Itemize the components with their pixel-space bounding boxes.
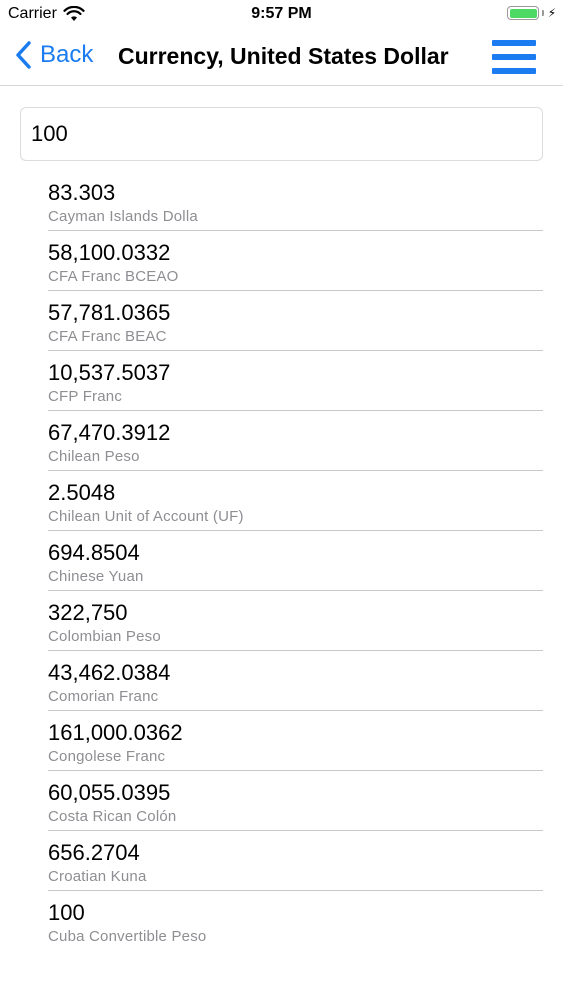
list-item[interactable]: 67,470.3912 Chilean Peso: [48, 412, 543, 471]
list-item[interactable]: 161,000.0362 Congolese Franc: [48, 712, 543, 771]
currency-name: Cuba Convertible Peso: [48, 928, 207, 942]
currency-name: Colombian Peso: [48, 628, 161, 645]
converted-amount: 43,462.0384: [48, 660, 171, 685]
currency-name: Chilean Peso: [48, 448, 140, 465]
list-item[interactable]: 656.2704 Croatian Kuna: [48, 832, 543, 891]
list-item[interactable]: 60,055.0395 Costa Rican Colón: [48, 772, 543, 831]
currency-name: CFP Franc: [48, 388, 123, 405]
converted-amount: 60,055.0395: [48, 780, 171, 805]
converted-amount: 694.8504: [48, 540, 140, 565]
list-item[interactable]: 100 Cuba Convertible Peso: [48, 892, 543, 942]
converted-amount: 100: [48, 900, 85, 925]
navigation-bar: Back Currency, United States Dollar: [0, 30, 563, 86]
converted-amount: 67,470.3912: [48, 420, 171, 445]
menu-button[interactable]: [492, 38, 536, 76]
converted-amount: 83.303: [48, 180, 116, 205]
list-item[interactable]: 43,462.0384 Comorian Franc: [48, 652, 543, 711]
conversion-list[interactable]: 83.303 Cayman Islands Dolla 58,100.0332 CFA…: [48, 172, 543, 942]
battery-icon: [507, 6, 539, 20]
list-item[interactable]: 83.303 Cayman Islands Dolla: [48, 172, 543, 231]
amount-input[interactable]: [20, 107, 543, 161]
converted-amount: 322,750: [48, 600, 128, 625]
battery-level: [509, 8, 537, 18]
currency-name: CFA Franc BCEAO: [48, 268, 179, 285]
converted-amount: 161,000.0362: [48, 720, 183, 745]
converted-amount: 57,781.0365: [48, 300, 171, 325]
currency-name: Congolese Franc: [48, 748, 166, 765]
page-title: Currency, United States Dollar: [118, 43, 449, 69]
currency-name: Croatian Kuna: [48, 868, 147, 885]
battery-tip: [542, 10, 544, 16]
charging-bolt-icon: ⚡: [547, 6, 557, 20]
clock: 9:57 PM: [251, 5, 312, 22]
currency-name: Chinese Yuan: [48, 568, 144, 585]
back-label: Back: [40, 41, 94, 68]
list-item[interactable]: 2.5048 Chilean Unit of Account (UF): [48, 472, 543, 531]
back-button[interactable]: Back: [14, 40, 93, 70]
currency-name: Chilean Unit of Account (UF): [48, 508, 244, 525]
list-item[interactable]: 322,750 Colombian Peso: [48, 592, 543, 651]
list-item[interactable]: 694.8504 Chinese Yuan: [48, 532, 543, 591]
currency-screen: Carrier 9:57 PM ⚡ Back Currency, United …: [0, 0, 563, 1000]
chevron-left-icon: [16, 41, 31, 69]
converted-amount: 10,537.5037: [48, 360, 171, 385]
currency-name: CFA Franc BEAC: [48, 328, 167, 345]
converted-amount: 58,100.0332: [48, 240, 171, 265]
currency-name: Costa Rican Colón: [48, 808, 177, 825]
battery-indicator: ⚡: [507, 6, 557, 20]
currency-name: Comorian Franc: [48, 688, 159, 705]
converted-amount: 2.5048: [48, 480, 116, 505]
list-item[interactable]: 57,781.0365 CFA Franc BEAC: [48, 292, 543, 351]
converted-amount: 656.2704: [48, 840, 140, 865]
list-item[interactable]: 10,537.5037 CFP Franc: [48, 352, 543, 411]
status-bar: Carrier 9:57 PM ⚡: [0, 0, 563, 30]
currency-name: Cayman Islands Dolla: [48, 208, 198, 225]
list-item[interactable]: 58,100.0332 CFA Franc BCEAO: [48, 232, 543, 291]
